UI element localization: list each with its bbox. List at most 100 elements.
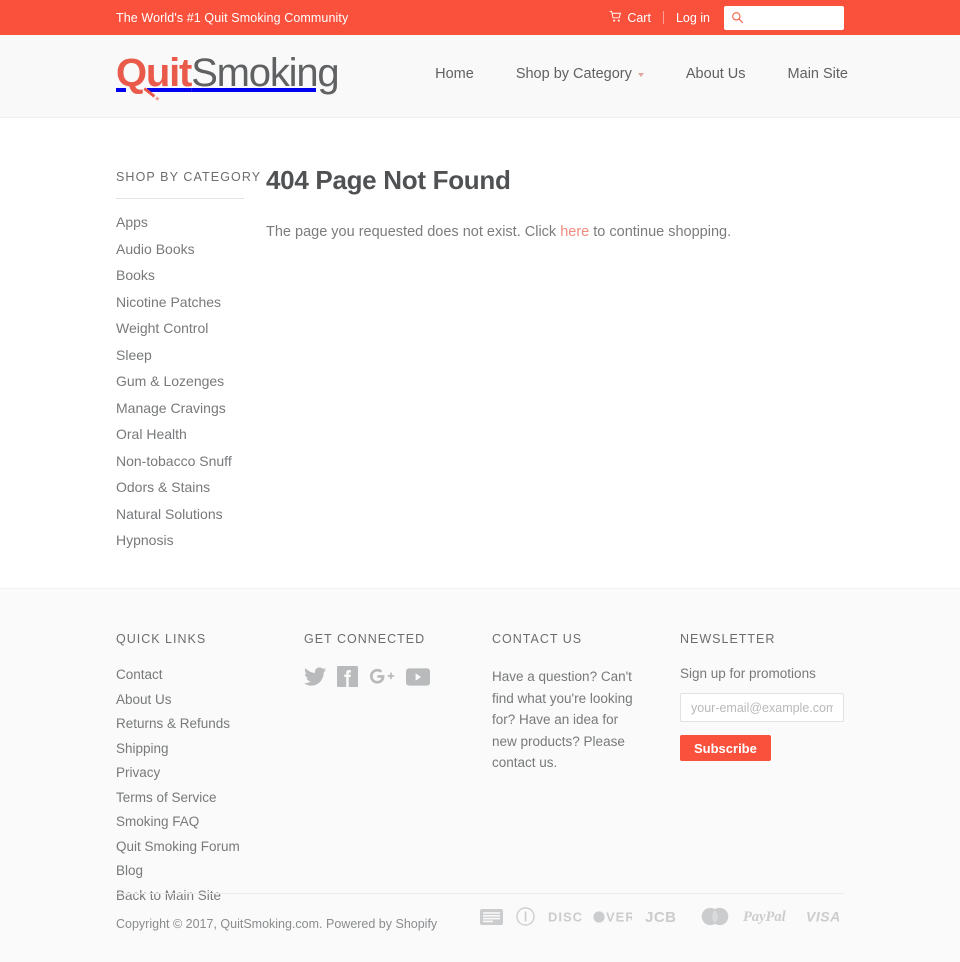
- footer-heading-get-connected: GET CONNECTED: [304, 632, 426, 646]
- list-item: Oral Health: [116, 426, 266, 444]
- sidebar-item-gum-lozenges[interactable]: Gum & Lozenges: [116, 374, 224, 389]
- sidebar-category-list: Apps Audio Books Books Nicotine Patches …: [116, 214, 266, 550]
- social-links: [304, 666, 492, 687]
- list-item: Blog: [116, 862, 304, 880]
- footer-divider: [116, 893, 844, 894]
- sidebar-item-weight-control[interactable]: Weight Control: [116, 321, 208, 336]
- sidebar-divider: [116, 198, 244, 199]
- nav-item-main-site[interactable]: Main Site: [767, 66, 848, 82]
- footer-link-returns-refunds[interactable]: Returns & Refunds: [116, 716, 230, 731]
- list-item: Audio Books: [116, 241, 266, 259]
- list-item: Odors & Stains: [116, 479, 266, 497]
- list-item: Nicotine Patches: [116, 294, 266, 312]
- footer-column-quick-links: QUICK LINKS Contact About Us Returns & R…: [116, 632, 304, 911]
- quick-links-list: Contact About Us Returns & Refunds Shipp…: [116, 666, 304, 905]
- shopping-cart-icon: [609, 10, 622, 26]
- sidebar-item-sleep[interactable]: Sleep: [116, 347, 152, 363]
- copyright-text: Copyright © 2017, QuitSmoking.com. Power…: [116, 917, 438, 931]
- nav-item-about-us[interactable]: About Us: [665, 66, 767, 82]
- nav-label: Home: [435, 66, 474, 82]
- svg-text:DISC: DISC: [548, 910, 583, 924]
- list-item: Contact: [116, 666, 304, 684]
- discover-icon: DISC VER: [548, 909, 635, 924]
- list-item: Terms of Service: [116, 789, 304, 807]
- nav-label: About Us: [685, 66, 746, 82]
- error-message-after: to continue shopping.: [589, 224, 732, 240]
- list-item: About Us: [116, 691, 304, 709]
- footer-heading-quick-links: QUICK LINKS: [116, 632, 207, 646]
- list-item: Privacy: [116, 764, 304, 782]
- cart-link[interactable]: Cart: [609, 10, 663, 26]
- cart-label: Cart: [627, 10, 651, 25]
- error-message: The page you requested does not exist. C…: [266, 222, 866, 242]
- logo-text-quit: Quit: [116, 51, 192, 95]
- jcb-icon: JCB: [645, 909, 687, 926]
- list-item: Manage Cravings: [116, 400, 266, 418]
- error-message-before: The page you requested does not exist. C…: [266, 224, 561, 240]
- list-item: Books: [116, 267, 266, 285]
- sidebar-item-oral-health[interactable]: Oral Health: [116, 427, 187, 442]
- sidebar-item-nicotine-patches[interactable]: Nicotine Patches: [116, 294, 221, 310]
- nav-item-home[interactable]: Home: [414, 66, 495, 82]
- footer-link-shipping[interactable]: Shipping: [116, 741, 169, 756]
- nav-label: Shop by Category: [515, 66, 632, 82]
- footer-column-get-connected: GET CONNECTED: [304, 632, 492, 911]
- footer-link-about-us[interactable]: About Us: [116, 692, 172, 707]
- svg-text:VISA: VISA: [806, 909, 841, 924]
- nav-label: Main Site: [787, 66, 848, 82]
- footer-link-blog[interactable]: Blog: [116, 863, 143, 878]
- list-item: Returns & Refunds: [116, 715, 304, 733]
- footer-link-quit-smoking-forum[interactable]: Quit Smoking Forum: [116, 839, 240, 854]
- footer-column-newsletter: NEWSLETTER Sign up for promotions Subscr…: [680, 632, 844, 911]
- footer-link-contact[interactable]: Contact: [116, 667, 163, 682]
- sidebar-item-hypnosis[interactable]: Hypnosis: [116, 533, 174, 548]
- search-icon: [731, 11, 744, 29]
- chevron-down-icon: [637, 73, 644, 77]
- footer-link-smoking-faq[interactable]: Smoking FAQ: [116, 814, 199, 829]
- sidebar-item-non-tobacco-snuff[interactable]: Non-tobacco Snuff: [116, 453, 232, 469]
- visa-icon: VISA: [806, 909, 844, 925]
- payment-methods: DISC VER JCB PayPal VISA: [480, 907, 844, 926]
- site-logo[interactable]: QuitSmoking: [116, 51, 340, 98]
- sidebar-item-natural-solutions[interactable]: Natural Solutions: [116, 506, 223, 522]
- svg-text:PayPal: PayPal: [743, 909, 786, 924]
- footer-link-privacy[interactable]: Privacy: [116, 765, 160, 780]
- main-content: SHOP BY CATEGORY Apps Audio Books Books …: [0, 118, 960, 588]
- sidebar-item-books[interactable]: Books: [116, 268, 155, 283]
- amex-icon: [480, 908, 503, 925]
- google-plus-icon[interactable]: [369, 666, 395, 687]
- mastercard-icon: [700, 907, 730, 926]
- continue-shopping-link[interactable]: here: [560, 224, 589, 240]
- sidebar-item-odors-stains[interactable]: Odors & Stains: [116, 480, 210, 495]
- footer-link-back-to-main-site[interactable]: Back to Main Site: [116, 888, 221, 903]
- footer-link-terms-of-service[interactable]: Terms of Service: [116, 790, 217, 805]
- subscribe-button[interactable]: Subscribe: [680, 735, 771, 761]
- sidebar-item-manage-cravings[interactable]: Manage Cravings: [116, 400, 226, 416]
- list-item: Back to Main Site: [116, 887, 304, 905]
- topbar-actions: Cart Log in: [609, 0, 844, 35]
- contact-text: Have a question? Can't find what you're …: [492, 669, 633, 770]
- sidebar-heading: SHOP BY CATEGORY: [116, 170, 262, 184]
- twitter-icon[interactable]: [304, 667, 326, 686]
- category-sidebar: SHOP BY CATEGORY Apps Audio Books Books …: [116, 170, 266, 559]
- nav-item-shop-by-category[interactable]: Shop by Category: [495, 66, 665, 82]
- youtube-icon[interactable]: [406, 667, 430, 686]
- footer-column-contact: CONTACT US Have a question? Can't find w…: [492, 632, 680, 911]
- list-item: Hypnosis: [116, 532, 266, 550]
- list-item: Gum & Lozenges: [116, 373, 266, 391]
- logo-text-smoking: Smoking: [191, 51, 339, 95]
- list-item: Quit Smoking Forum: [116, 838, 304, 856]
- login-link[interactable]: Log in: [664, 11, 724, 25]
- error-content: 404 Page Not Found The page you requeste…: [266, 165, 866, 242]
- page-root: The World's #1 Quit Smoking Community Ca…: [0, 0, 960, 962]
- search-box[interactable]: [724, 5, 844, 30]
- list-item: Natural Solutions: [116, 506, 266, 524]
- footer-columns: QUICK LINKS Contact About Us Returns & R…: [116, 632, 844, 911]
- sidebar-item-apps[interactable]: Apps: [116, 215, 148, 230]
- sidebar-item-audio-books[interactable]: Audio Books: [116, 241, 195, 257]
- site-footer: QUICK LINKS Contact About Us Returns & R…: [0, 588, 960, 962]
- site-header: QuitSmoking Home Shop by Category About …: [0, 35, 960, 118]
- facebook-icon[interactable]: [337, 666, 358, 687]
- newsletter-email-input[interactable]: [680, 693, 844, 722]
- svg-text:VER: VER: [606, 910, 632, 924]
